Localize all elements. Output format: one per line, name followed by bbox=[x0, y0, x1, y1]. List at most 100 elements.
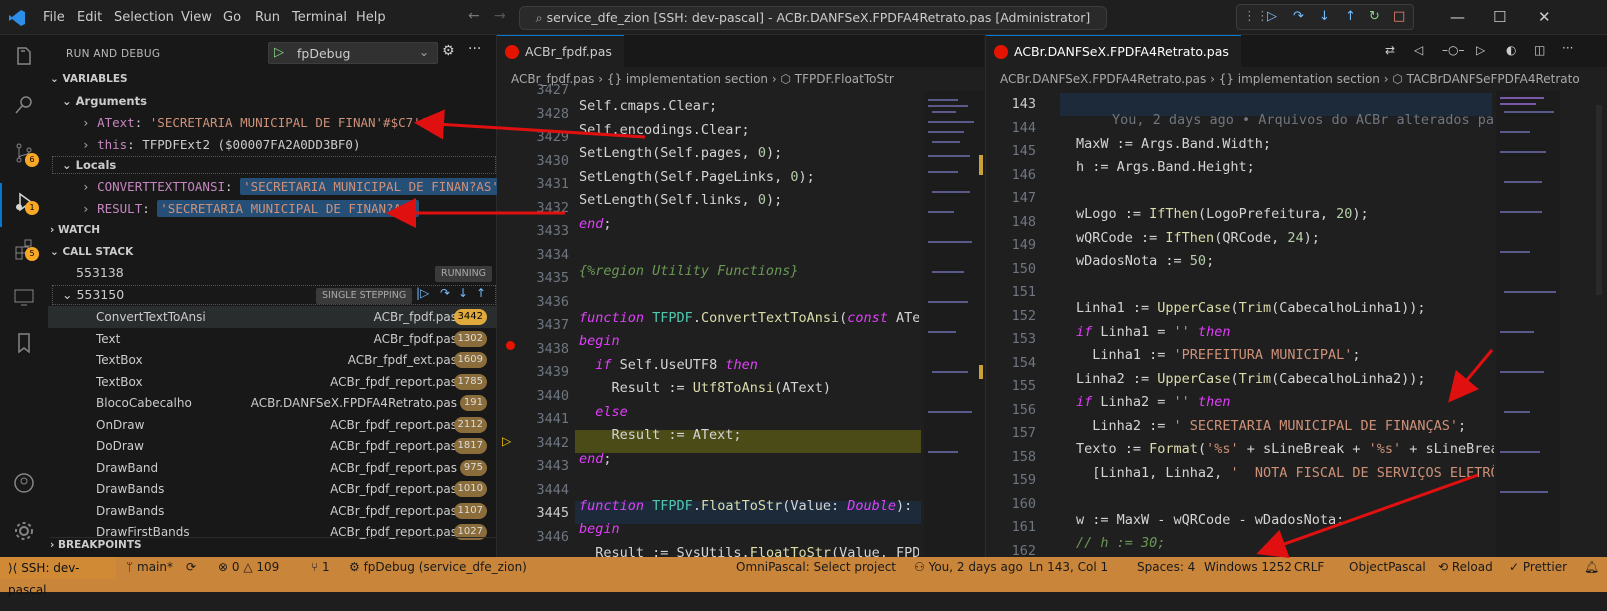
settings-gear-icon[interactable] bbox=[12, 519, 36, 543]
reload-button[interactable]: ⟲ Reload bbox=[1438, 560, 1493, 574]
menu-run[interactable]: Run bbox=[255, 10, 280, 25]
next-change-icon[interactable]: ▷ bbox=[1476, 43, 1485, 57]
stack-frame[interactable]: BlocoCabecalho ACBr.DANFSeX.FPDFA4Retrato… bbox=[48, 392, 497, 414]
language-mode[interactable]: ObjectPascal bbox=[1349, 560, 1426, 574]
continue-icon[interactable]: |▷ bbox=[416, 286, 429, 300]
command-center[interactable]: ⌕ service_dfe_zion [SSH: dev-pascal] - A… bbox=[519, 6, 1107, 30]
line-number: 3441 bbox=[536, 411, 569, 427]
continue-icon[interactable]: ▷ bbox=[1267, 9, 1277, 24]
chevron-down-icon: ⌄ bbox=[62, 94, 76, 108]
branch-status[interactable]: ᛘ main* bbox=[126, 560, 173, 574]
stack-frame[interactable]: Text ACBr_fpdf.pas 1302 bbox=[48, 328, 497, 350]
line-number: 146 bbox=[1011, 166, 1036, 183]
code-area[interactable]: Self.cmaps.Clear; Self.encodings.Clear; Se… bbox=[579, 79, 919, 597]
line-number: 3437 bbox=[536, 317, 569, 333]
notifications-icon[interactable]: 🔔︎ bbox=[1584, 560, 1599, 574]
sync-icon[interactable]: ⟳ bbox=[186, 560, 196, 574]
back-arrow-icon[interactable]: ← bbox=[468, 8, 480, 24]
more-actions-icon[interactable]: ··· bbox=[468, 41, 481, 57]
thread-553150[interactable]: ⌄ 553150 bbox=[62, 284, 124, 306]
previous-change-icon[interactable]: ◁ bbox=[1414, 43, 1423, 57]
stack-frame[interactable]: DoDraw ACBr_fpdf_report.pas 1817 bbox=[48, 435, 497, 457]
bookmarks-icon[interactable] bbox=[12, 331, 36, 355]
problems-status[interactable]: ⊗ 0 △ 109 bbox=[218, 560, 279, 574]
maximize-icon[interactable]: ☐ bbox=[1493, 8, 1506, 26]
omnipascal-status[interactable]: OmniPascal: Select project bbox=[736, 560, 896, 574]
menu-selection[interactable]: Selection bbox=[114, 10, 174, 25]
cursor-position[interactable]: Ln 143, Col 1 bbox=[1029, 560, 1108, 574]
git-blame-status[interactable]: ⚇ You, 2 days ago bbox=[914, 560, 1023, 574]
breadcrumb[interactable]: ACBr.DANFSeX.FPDFA4Retrato.pas › {} impl… bbox=[1000, 67, 1606, 91]
eol-status[interactable]: CRLF bbox=[1294, 560, 1324, 574]
code-area[interactable]: You, 2 days ago • Arquivos do ACBr alter… bbox=[1076, 93, 1494, 611]
watch-section-header[interactable]: › WATCH bbox=[50, 224, 100, 236]
tab-acbr-fpdf[interactable]: ACBr_fpdf.pas bbox=[497, 35, 624, 67]
minimap[interactable] bbox=[1496, 91, 1560, 557]
menu-terminal[interactable]: Terminal bbox=[292, 10, 347, 25]
breakpoints-section-header[interactable]: › BREAKPOINTS bbox=[50, 537, 497, 551]
variable-this[interactable]: › this: TFPDFExt2 ($00007FA2A0DD3BF0) bbox=[82, 134, 360, 156]
callstack-section-header[interactable]: ⌄ CALL STACK bbox=[50, 246, 133, 258]
stack-frame[interactable]: OnDraw ACBr_fpdf_report.pas 2112 bbox=[48, 414, 497, 436]
prettier-status[interactable]: ✓ Prettier bbox=[1509, 560, 1567, 574]
minimize-icon[interactable]: — bbox=[1450, 8, 1465, 26]
variable-converttexttoansi[interactable]: › CONVERTTEXTTOANSI: 'SECRETARIA MUNICIP… bbox=[82, 176, 502, 198]
indentation-status[interactable]: Spaces: 4 bbox=[1137, 560, 1195, 574]
variable-atext[interactable]: › AText: 'SECRETARIA MUNICIPAL DE FINAN'… bbox=[82, 112, 443, 134]
explorer-icon[interactable] bbox=[12, 45, 36, 69]
thread-553138[interactable]: 553138 bbox=[76, 262, 124, 284]
line-numbers: 3427 3428 3429 3430 3431 3432 3433 3434 3435 3436… bbox=[497, 79, 569, 549]
stack-frame[interactable]: TextBox ACBr_fpdf_report.pas 1785 bbox=[48, 371, 497, 393]
stack-frame[interactable]: TextBox ACBr_fpdf_ext.pas 1609 bbox=[48, 349, 497, 371]
frame-function: BlocoCabecalho bbox=[96, 396, 192, 410]
git-commit-icon[interactable]: –○– bbox=[1442, 43, 1464, 57]
tab-danfsex-fpdfa4retrato[interactable]: ACBr.DANFSeX.FPDFA4Retrato.pas bbox=[986, 35, 1241, 67]
line-number: 154 bbox=[1011, 354, 1036, 371]
editor-group-right: ACBr.DANFSeX.FPDFA4Retrato.pas ⇄ ◁ –○– ▷… bbox=[985, 35, 1607, 575]
compare-changes-icon[interactable]: ⇄ bbox=[1385, 43, 1395, 57]
gear-icon[interactable]: ⚙ bbox=[442, 43, 455, 59]
close-icon[interactable]: ✕ bbox=[1538, 8, 1551, 26]
forward-arrow-icon[interactable]: → bbox=[494, 8, 506, 24]
debug-status[interactable]: ⚙ fpDebug (service_dfe_zion) bbox=[349, 560, 527, 574]
step-into-icon[interactable]: ↓ bbox=[1319, 9, 1330, 24]
step-into-icon[interactable]: ↓ bbox=[458, 286, 468, 300]
timeline-icon[interactable]: ◐ bbox=[1506, 43, 1516, 57]
search-icon[interactable] bbox=[12, 93, 36, 117]
step-out-icon[interactable]: ↑ bbox=[1345, 9, 1356, 24]
remote-explorer-icon[interactable] bbox=[12, 285, 36, 309]
variables-section-header[interactable]: ⌄ VARIABLES bbox=[50, 73, 128, 85]
minimap[interactable] bbox=[924, 91, 984, 557]
step-over-icon[interactable]: ↷ bbox=[1293, 9, 1304, 24]
menu-file[interactable]: File bbox=[43, 10, 65, 25]
stack-frame[interactable]: ConvertTextToAnsi ACBr_fpdf.pas 3442 bbox=[48, 306, 497, 328]
frame-function: DrawBands bbox=[96, 503, 165, 518]
scrollbar[interactable] bbox=[1596, 105, 1602, 295]
stack-frame[interactable]: DrawBands ACBr_fpdf_report.pas 1107 bbox=[48, 500, 497, 522]
drag-handle-icon[interactable]: ⋮⋮ bbox=[1243, 9, 1269, 24]
stop-icon[interactable]: □ bbox=[1393, 9, 1405, 24]
debug-badge: 1 bbox=[25, 201, 39, 215]
step-out-icon[interactable]: ↑ bbox=[476, 286, 486, 300]
arguments-scope[interactable]: ⌄ Arguments bbox=[62, 90, 147, 112]
locals-scope[interactable]: ⌄ Locals bbox=[62, 154, 116, 176]
menu-help[interactable]: Help bbox=[356, 10, 386, 25]
breakpoint-icon[interactable] bbox=[506, 341, 515, 350]
encoding-status[interactable]: Windows 1252 bbox=[1204, 560, 1292, 574]
ports-status[interactable]: ⑂ 1 bbox=[311, 560, 330, 574]
menu-go[interactable]: Go bbox=[223, 10, 241, 25]
menu-edit[interactable]: Edit bbox=[77, 10, 102, 25]
launch-config-select[interactable]: ▷ fpDebug ⌄ bbox=[268, 42, 438, 64]
split-editor-icon[interactable]: ◫ bbox=[1534, 43, 1545, 57]
remote-indicator[interactable]: ⟩⟨ SSH: dev-pascal bbox=[0, 557, 116, 597]
stack-frame[interactable]: DrawBands ACBr_fpdf_report.pas 1010 bbox=[48, 478, 497, 500]
start-debugging-icon[interactable]: ▷ bbox=[274, 45, 284, 60]
restart-icon[interactable]: ↻ bbox=[1369, 9, 1380, 24]
more-actions-icon[interactable]: ··· bbox=[1562, 41, 1573, 55]
menu-view[interactable]: View bbox=[181, 10, 212, 25]
remote-icon: ⟩⟨ bbox=[8, 561, 22, 575]
step-over-icon[interactable]: ↷ bbox=[440, 286, 450, 300]
account-icon[interactable] bbox=[12, 471, 36, 495]
variable-result[interactable]: › RESULT: 'SECRETARIA MUNICIPAL DE FINAN… bbox=[82, 198, 420, 220]
stack-frame[interactable]: DrawBand ACBr_fpdf_report.pas 975 bbox=[48, 457, 497, 479]
